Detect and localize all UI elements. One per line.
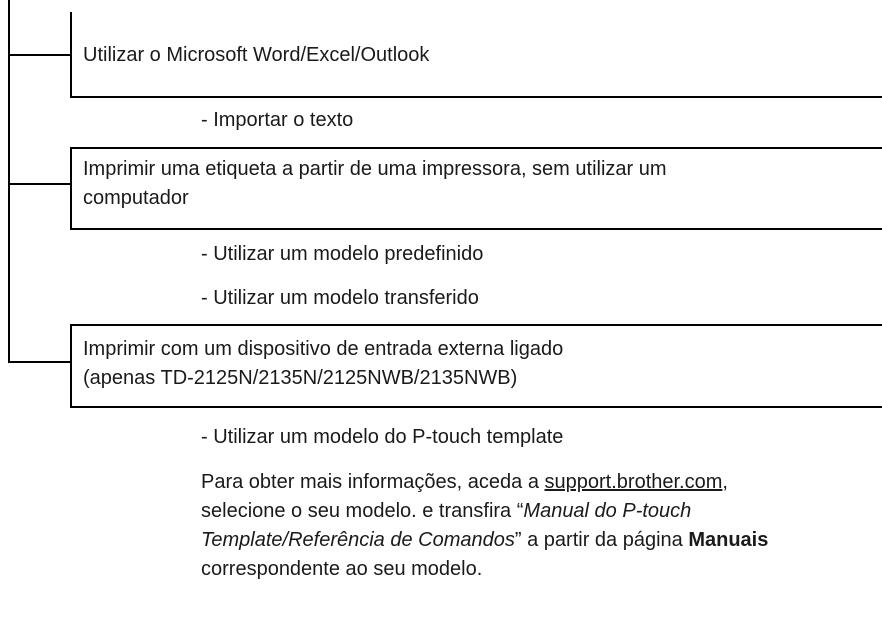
section-title: Utilizar o Microsoft Word/Excel/Outlook: [83, 41, 429, 70]
sub-item: - Utilizar um modelo do P-touch template: [201, 426, 564, 448]
support-link[interactable]: support.brother.com: [545, 471, 723, 493]
info-note: Para obter mais informações, aceda a sup…: [201, 468, 801, 584]
section-title-line: Imprimir uma etiqueta a partir de uma im…: [83, 158, 667, 180]
section-title-line: (apenas TD-2125N/2135N/2125NWB/2135NWB): [83, 367, 518, 389]
section-box: Imprimir com um dispositivo de entrada e…: [70, 324, 882, 408]
note-text: correspondente ao seu modelo.: [201, 558, 483, 580]
branch-line: [8, 361, 70, 363]
sub-item: - Utilizar um modelo transferido: [201, 287, 479, 309]
close-quote: ”: [514, 529, 522, 551]
section-box: Imprimir uma etiqueta a partir de uma im…: [70, 147, 882, 230]
section-title-line: computador: [83, 187, 189, 209]
section-title-line: Imprimir com um dispositivo de entrada e…: [83, 338, 564, 360]
branch-line: [8, 54, 70, 56]
section-title-line: Utilizar o Microsoft Word/Excel/Outlook: [83, 44, 430, 66]
sub-item: - Importar o texto: [201, 109, 354, 131]
sub-item: - Utilizar um modelo predefinido: [201, 243, 484, 265]
section-title: Imprimir com um dispositivo de entrada e…: [83, 335, 863, 393]
note-text: Para obter mais informações, aceda a: [201, 471, 545, 493]
note-text: a partir da página: [521, 529, 689, 551]
branch-line: [8, 183, 70, 185]
section-title: Imprimir uma etiqueta a partir de uma im…: [83, 155, 863, 213]
manuals-word: Manuais: [688, 529, 769, 551]
section-box: Utilizar o Microsoft Word/Excel/Outlook: [70, 12, 882, 98]
